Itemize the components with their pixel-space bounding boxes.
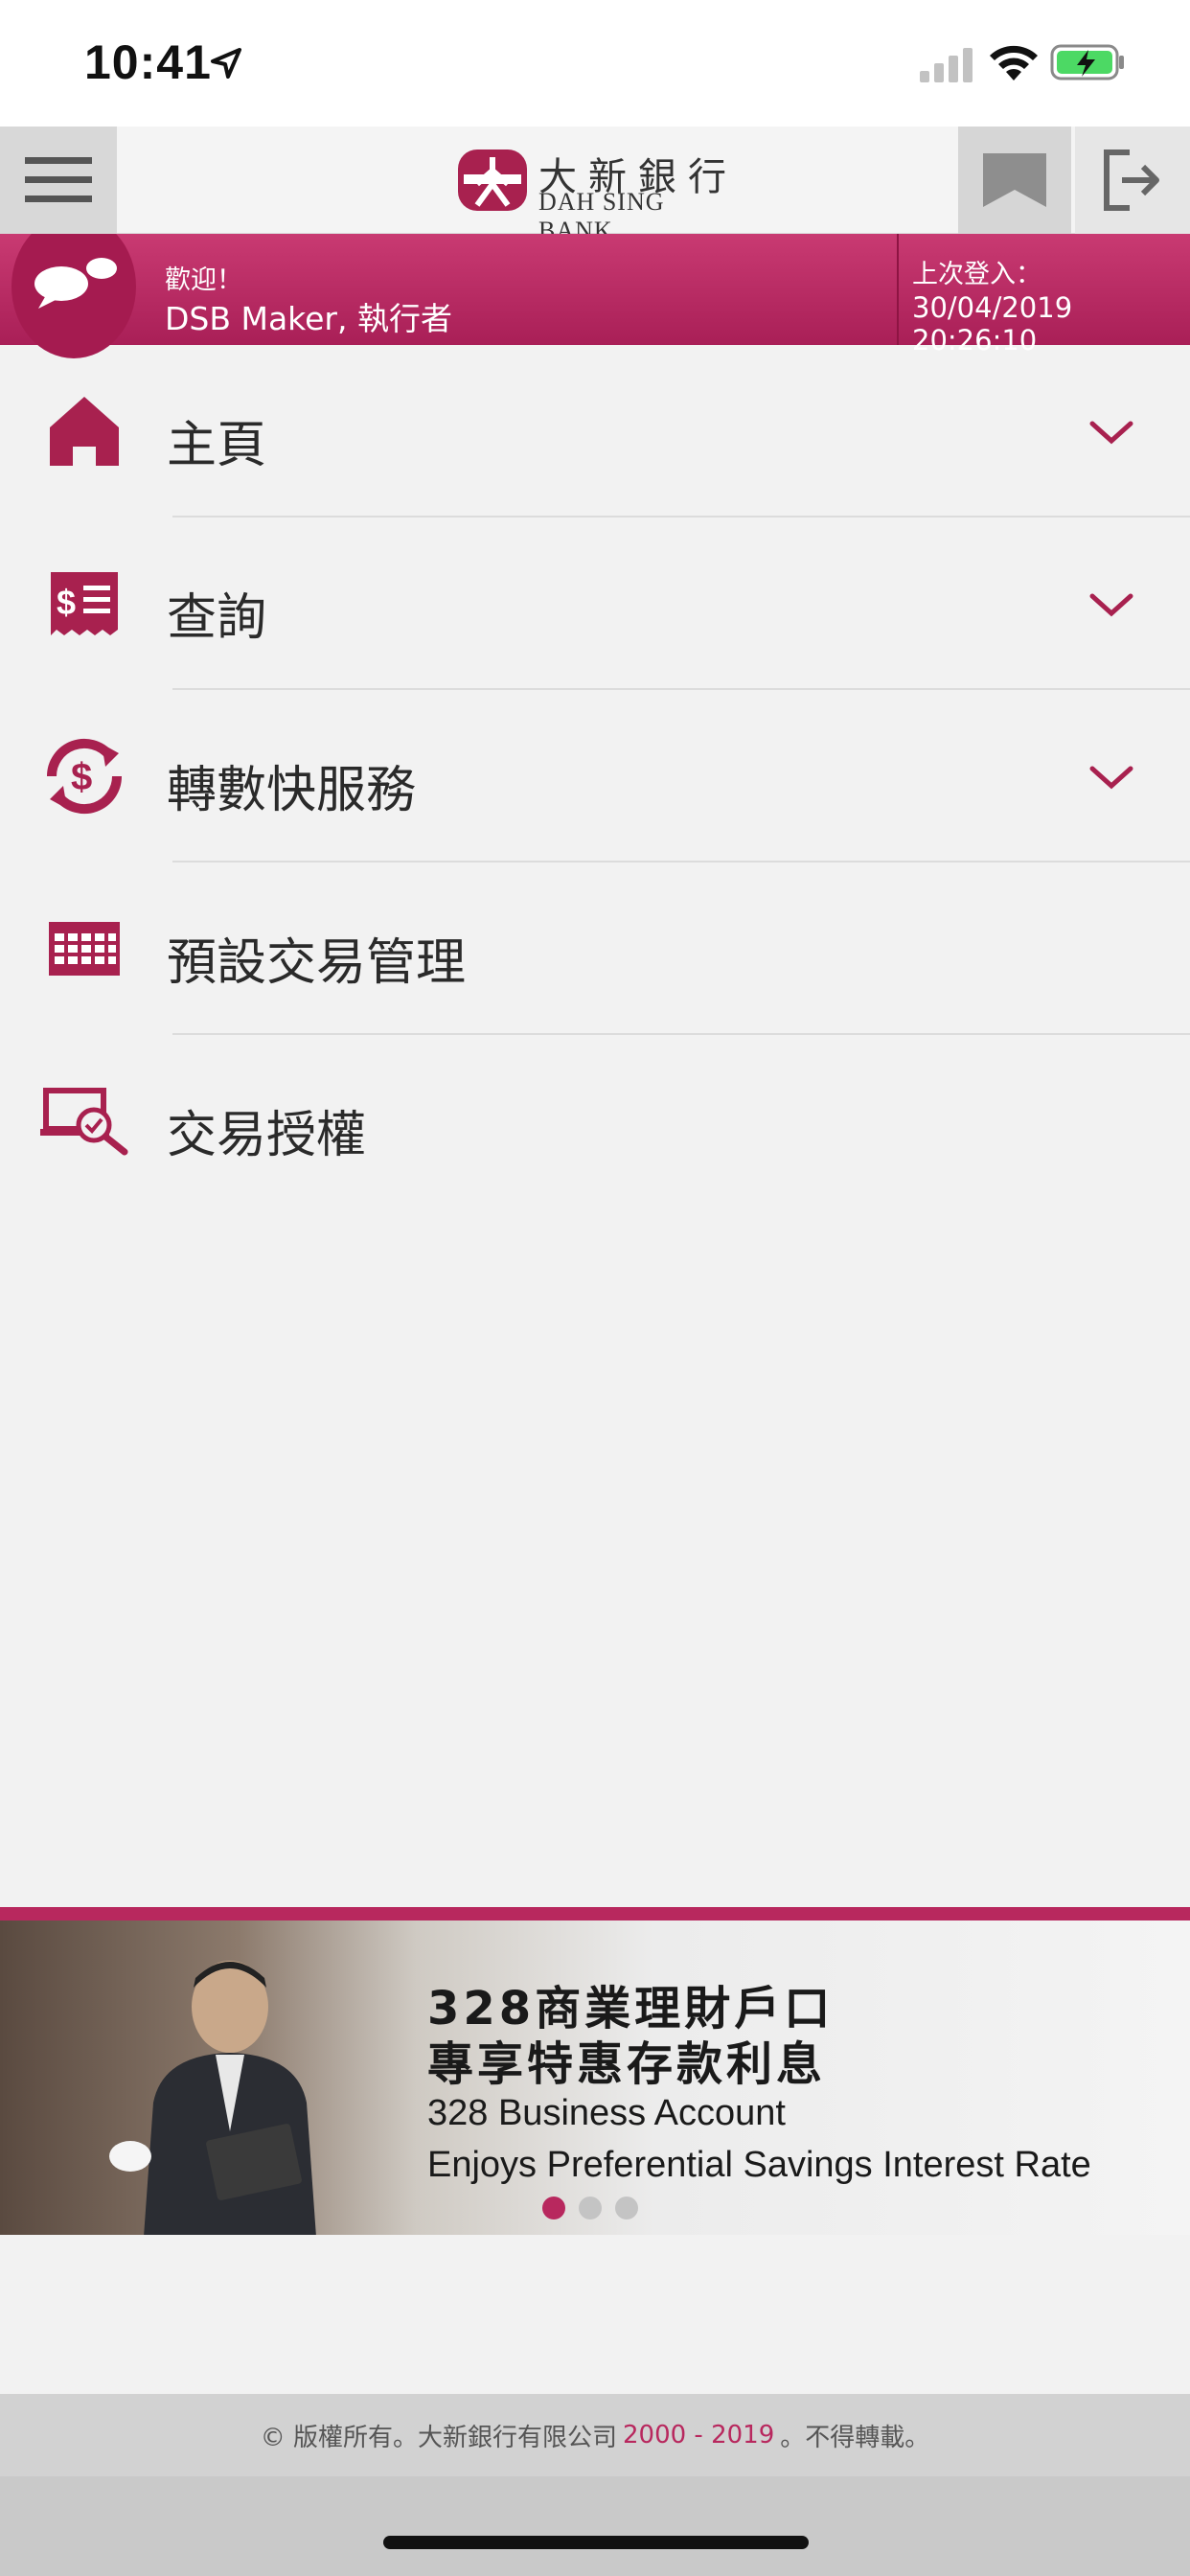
welcome-bar: 歡迎！ DSB Maker, 執行者 上次登入： 30/04/2019 20:2… [0,234,1190,358]
chevron-down-icon[interactable] [1088,590,1134,621]
carousel-dot-2[interactable] [579,2196,602,2220]
banner-top-border [0,1907,1190,1920]
status-bar: 10:41 [0,0,1190,126]
logout-icon [1104,150,1159,211]
chat-bubbles-icon [34,258,117,309]
copyright-suffix: 。不得轉載。 [780,2423,930,2452]
carousel-dot-1[interactable] [542,2196,565,2220]
welcome-greeting: 歡迎！ [165,265,242,295]
menu-item-inquiry[interactable]: $ 查詢 [0,518,1190,690]
menu-item-home[interactable]: 主頁 [0,345,1190,518]
chevron-down-icon[interactable] [1088,763,1134,794]
wifi-icon [990,45,1038,80]
bookmark-icon [983,153,1046,207]
chat-bubble-badge [0,234,144,358]
calendar-icon [36,910,132,987]
statement-icon: $ [36,565,132,642]
banner-title-en-1: 328 Business Account [427,2093,786,2133]
chevron-down-icon[interactable] [1088,418,1134,448]
svg-text:$: $ [71,756,92,798]
status-time: 10:41 [84,35,212,89]
bank-logo-mark-icon [458,150,527,211]
businessman-photo [109,1961,316,2235]
location-arrow-icon [211,48,241,79]
menu-item-fps[interactable]: $ 轉數快服務 [0,690,1190,862]
bottom-safe-area [0,2476,1190,2576]
menu-item-label: 預設交易管理 [167,934,467,992]
logout-button[interactable] [1075,126,1190,234]
copyright-prefix: © 版權所有。大新銀行有限公司 [260,2423,617,2452]
last-login-label: 上次登入： [912,260,1041,289]
main-menu: 主頁 $ 查詢 $ 轉數快服務 預設交易管理 交易授權 [0,345,1190,1208]
copyright-years: 2000 - 2019 [623,2421,775,2450]
carousel-pagination [542,2196,638,2220]
hamburger-menu-button[interactable] [0,126,117,234]
authorize-icon [36,1083,132,1160]
cellular-signal-icon [920,48,973,82]
copyright-footer: © 版權所有。大新銀行有限公司 2000 - 2019 。不得轉載。 [0,2394,1190,2476]
home-icon [36,393,132,470]
carousel-dot-3[interactable] [615,2196,638,2220]
hamburger-icon [25,157,92,202]
bookmark-button[interactable] [958,126,1071,234]
menu-item-authorization[interactable]: 交易授權 [0,1035,1190,1208]
promo-banner[interactable]: 328商業理財戶口 專享特惠存款利息 328 Business Account … [0,1920,1190,2235]
welcome-divider [897,234,899,345]
svg-text:$: $ [57,583,76,622]
welcome-user-name: DSB Maker, 執行者 [165,300,452,337]
banner-title-cn-2: 專享特惠存款利息 [427,2037,827,2091]
menu-item-label: 轉數快服務 [167,762,417,819]
home-indicator[interactable] [383,2536,809,2549]
dah-sing-bank-logo: 大新銀行 DAH SING BANK [456,146,744,244]
menu-item-preset-transactions[interactable]: 預設交易管理 [0,862,1190,1035]
menu-item-label: 查詢 [167,589,267,647]
battery-charging-icon [1050,44,1124,80]
banner-title-en-2: Enjoys Preferential Savings Interest Rat… [427,2145,1091,2185]
menu-item-label: 交易授權 [167,1107,367,1164]
menu-item-label: 主頁 [167,417,267,474]
app-header: 大新銀行 DAH SING BANK [0,126,1190,244]
transfer-icon: $ [36,738,132,815]
